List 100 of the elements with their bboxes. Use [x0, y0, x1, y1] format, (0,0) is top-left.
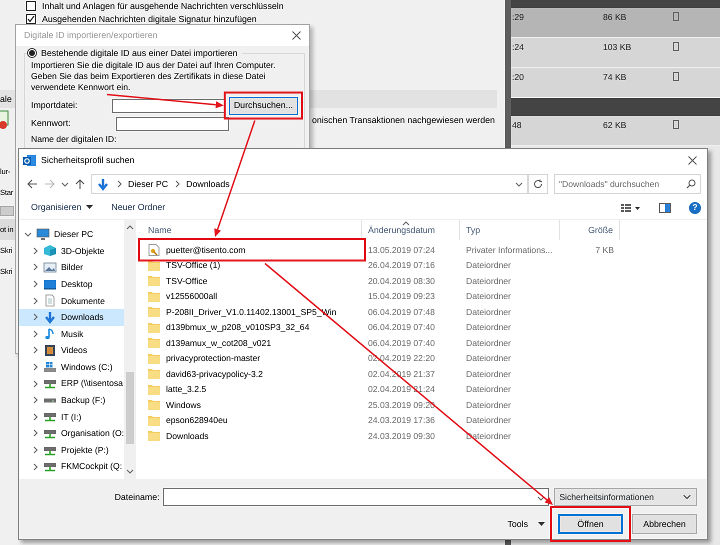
modified-date: 24.03.2019 09:30: [367, 430, 436, 443]
tree-item[interactable]: Dokumente: [19, 292, 124, 309]
message-size: 74 KB: [603, 72, 628, 82]
file-type-dropdown[interactable]: Sicherheitsinformationen: [554, 488, 697, 506]
chevron-icon[interactable]: [537, 494, 546, 502]
file-name[interactable]: d139bmux_w_p208_v010SP3_32_64: [166, 322, 310, 332]
file-name[interactable]: TSV-Office (1): [166, 260, 220, 270]
window-title: Sicherheitsprofil suchen: [41, 155, 136, 166]
scroll-thumb[interactable]: [126, 372, 134, 444]
close-icon[interactable]: [292, 31, 301, 40]
file-type: Dateiordner: [465, 336, 512, 350]
chevron-icon[interactable]: [173, 180, 182, 188]
message-row[interactable]: :20 74 KB: [511, 68, 720, 98]
field-label: Dateiname:: [114, 492, 160, 502]
chevron-icon[interactable]: [126, 224, 134, 232]
file-type: Dateiordner: [465, 306, 512, 319]
help-button[interactable]: ?: [689, 202, 701, 214]
tree-item[interactable]: ERP (\\tisentosa: [19, 375, 124, 392]
password-field[interactable]: [116, 116, 229, 131]
tree-item[interactable]: IT (I:): [19, 408, 124, 426]
network-drive-icon: [43, 460, 57, 474]
message-time: :24: [511, 42, 525, 52]
network-drive-icon: [43, 377, 57, 390]
file-name[interactable]: TSV-Office: [166, 276, 208, 286]
tree-item[interactable]: Bilder: [19, 259, 124, 276]
back-arrow-icon[interactable]: [27, 179, 38, 189]
app-icon: [23, 154, 36, 167]
open-button[interactable]: Öffnen: [558, 514, 623, 534]
folder-icon: [148, 399, 160, 410]
folder-icon: [148, 430, 160, 442]
message-row[interactable]: 48 62 KB: [511, 116, 720, 146]
organize-button[interactable]: Organisieren: [31, 202, 94, 213]
browse-button[interactable]: Durchsuchen...: [228, 96, 298, 115]
chevron-icon[interactable]: [515, 180, 523, 188]
file-name[interactable]: latte_3.2.5: [166, 384, 206, 394]
message-size: 86 KB: [603, 12, 628, 22]
folder-icon: [148, 275, 160, 286]
tree-item[interactable]: Projekte (P:): [19, 442, 124, 458]
folder-icon: [148, 337, 160, 348]
cancel-button[interactable]: Abbrechen: [632, 514, 697, 534]
checkbox[interactable]: [26, 1, 36, 11]
breadcrumb-item[interactable]: Downloads: [186, 178, 230, 190]
new-folder-button[interactable]: Neuer Ordner: [111, 202, 166, 213]
address-bar[interactable]: Dieser PC Downloads: [91, 174, 528, 194]
modified-date: 06.04.2019 07:48: [367, 306, 436, 319]
search-field[interactable]: "Downloads" durchsuchen: [554, 174, 701, 194]
file-name[interactable]: privacyprotection-master: [166, 353, 260, 364]
close-icon[interactable]: [688, 156, 697, 165]
file-name[interactable]: epson628940eu: [166, 415, 228, 426]
filename-field[interactable]: [162, 488, 550, 506]
preview-pane-button[interactable]: [659, 202, 671, 212]
column-header[interactable]: Änderungsdatum: [362, 220, 460, 240]
message-row[interactable]: :24 103 KB: [511, 38, 720, 68]
modified-date: 25.03.2019 09:20: [367, 398, 436, 412]
tree-item[interactable]: Downloads: [19, 308, 124, 326]
search-icon[interactable]: [686, 179, 696, 189]
file-name[interactable]: Windows: [166, 400, 201, 410]
instruction-text: Importieren Sie die digitale ID aus der Datei auf Ihren Computer. Geben Sie das beim Exportieren des Zertifikats in diese Datei verwendete Kennwort ein.: [31, 60, 277, 93]
up-arrow-icon[interactable]: [75, 178, 85, 190]
chevron-icon[interactable]: [61, 180, 69, 188]
tree-item[interactable]: Dieser PC: [19, 226, 124, 243]
tree-item[interactable]: Organisation (O:: [19, 425, 124, 442]
file-name[interactable]: d139amux_w_cot208_v021: [166, 338, 272, 348]
file-name[interactable]: Downloads: [166, 430, 209, 441]
tools-button[interactable]: Tools: [507, 518, 545, 530]
tree-item[interactable]: FKMCockpit (Q:: [19, 458, 124, 475]
tree-item[interactable]: Videos: [19, 342, 124, 359]
message-time: :20: [511, 72, 525, 82]
breadcrumb-item[interactable]: Dieser PC: [128, 178, 168, 190]
cube-icon: [43, 244, 57, 258]
film-icon: [43, 344, 57, 357]
folder-icon: [148, 290, 160, 302]
file-name[interactable]: david63-privacypolicy-3.2: [166, 368, 263, 379]
tree-item[interactable]: Musik: [19, 326, 124, 342]
view-options-button[interactable]: [621, 202, 641, 212]
field-label: Kennwort:: [31, 118, 72, 129]
download-arrow-icon: [43, 310, 57, 324]
column-header[interactable]: Typ: [460, 220, 560, 240]
file-type: Dateiordner: [465, 383, 512, 396]
chevron-icon[interactable]: [126, 467, 134, 475]
column-header[interactable]: Größe: [560, 220, 620, 240]
file-name[interactable]: puetter@tisento.com: [166, 244, 246, 255]
input-field[interactable]: [112, 98, 225, 113]
file-name[interactable]: v12556000all: [166, 291, 218, 302]
file-type: Privater Informations...: [465, 244, 554, 257]
input-field[interactable]: [0, 206, 14, 216]
message-row[interactable]: :29 86 KB: [511, 8, 720, 38]
radio-button[interactable]: [27, 48, 37, 58]
refresh-button[interactable]: [528, 174, 548, 194]
file-type: Dateiordner: [465, 368, 512, 381]
tree-item[interactable]: Backup (F:): [19, 392, 124, 409]
chevron-icon[interactable]: [115, 180, 123, 188]
modified-date: 13.05.2019 07:24: [367, 244, 436, 257]
caret-icon: [538, 522, 545, 526]
tree-item[interactable]: 3D-Objekte: [19, 242, 124, 260]
modified-date: 24.03.2019 17:36: [367, 414, 436, 428]
tree-item[interactable]: Desktop: [19, 276, 124, 292]
tree-item[interactable]: Windows (C:): [19, 358, 124, 376]
modified-date: 06.04.2019 07:40: [367, 321, 436, 334]
checkbox[interactable]: [26, 14, 36, 24]
